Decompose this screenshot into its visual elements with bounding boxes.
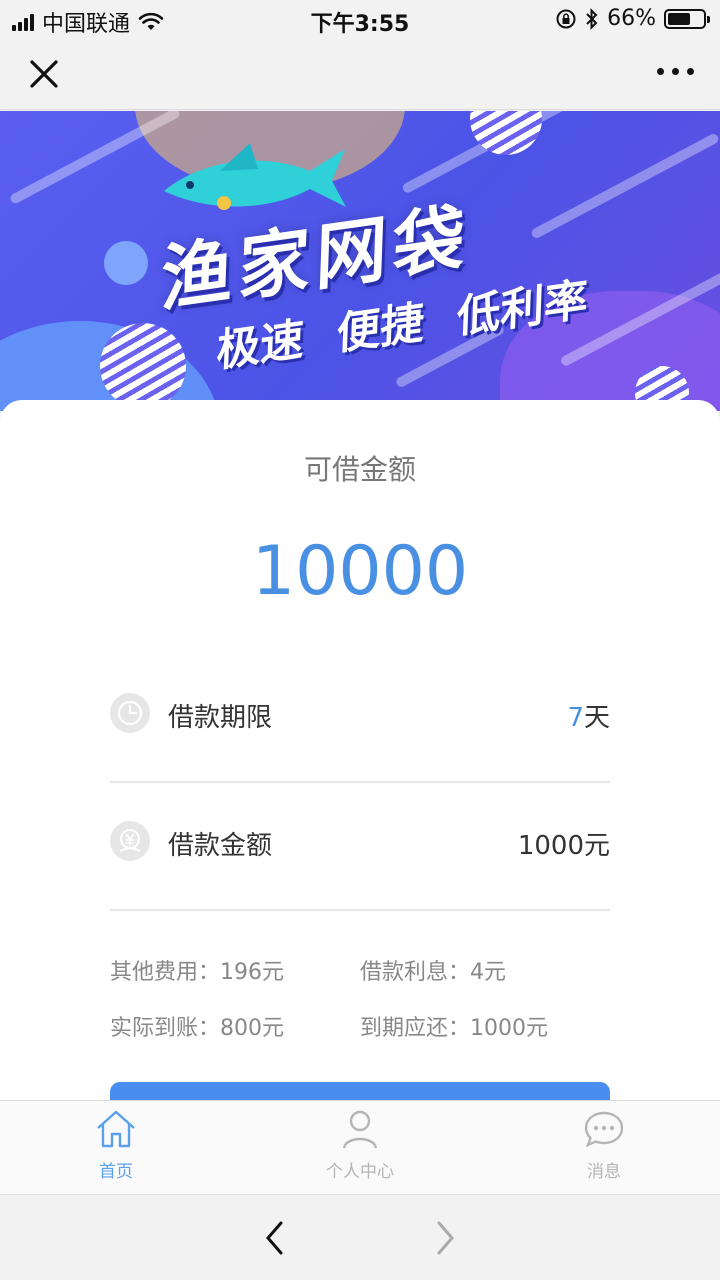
available-amount-label: 可借金额 — [303, 453, 416, 486]
loan-amount-value: 1000元 — [517, 831, 610, 861]
tab-messages[interactable]: 消息 — [534, 1107, 674, 1182]
home-icon — [97, 1110, 135, 1148]
promo-banner: 渔家网袋 极速 便捷 低利率 — [0, 111, 720, 411]
other-fee-text: 其他费用：196元 — [110, 960, 284, 985]
interest-text: 借款利息：4元 — [360, 960, 506, 985]
loan-card: 可借金额 10000 借款期限 7天 借款金额 1000元 其他费用：196元 … — [0, 400, 720, 1112]
tab-profile[interactable]: 个人中心 — [290, 1107, 430, 1182]
tab-home-label: 首页 — [99, 1162, 133, 1182]
yuan-coin-icon — [110, 821, 150, 861]
browser-toolbar — [0, 1194, 720, 1280]
user-icon — [342, 1110, 378, 1149]
status-bar: 中国联通 下午3:55 66% — [0, 0, 720, 40]
loan-term-label: 借款期限 — [168, 703, 273, 733]
bluetooth-icon — [586, 7, 598, 30]
actual-received-text: 实际到账：800元 — [110, 1016, 284, 1041]
loan-term-unit: 天 — [583, 703, 610, 733]
loan-amount-label: 借款金额 — [168, 831, 273, 861]
tab-home[interactable]: 首页 — [46, 1107, 186, 1182]
available-amount-value: 10000 — [251, 532, 469, 611]
due-repay-text: 到期应还：1000元 — [360, 1016, 548, 1041]
tab-bar: 首页 个人中心 消息 — [0, 1100, 720, 1194]
loan-term-value: 7天 — [567, 697, 610, 734]
close-icon[interactable] — [26, 56, 62, 92]
forward-arrow-icon[interactable] — [432, 1219, 458, 1257]
message-icon — [584, 1111, 624, 1148]
loan-amount-row[interactable]: 借款金额 1000元 — [110, 783, 610, 911]
loan-term-row[interactable]: 借款期限 7天 — [110, 655, 610, 783]
more-options-icon[interactable] — [657, 68, 694, 75]
tab-profile-label: 个人中心 — [326, 1162, 394, 1182]
battery-percent: 66% — [607, 6, 656, 31]
back-arrow-icon[interactable] — [262, 1219, 288, 1257]
battery-icon — [664, 8, 710, 29]
loan-term-number: 7 — [567, 703, 584, 733]
nav-bar — [0, 40, 720, 110]
tab-messages-label: 消息 — [587, 1162, 621, 1182]
rotation-lock-icon — [556, 9, 576, 28]
clock-icon — [110, 693, 150, 733]
